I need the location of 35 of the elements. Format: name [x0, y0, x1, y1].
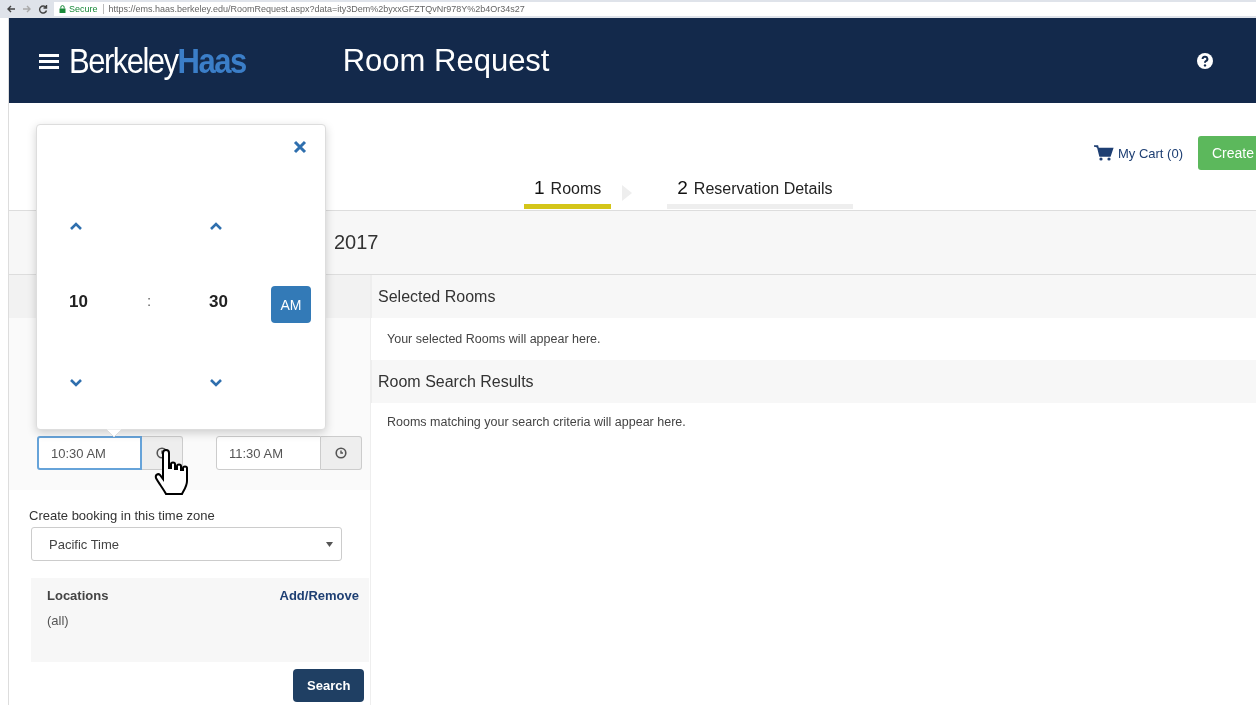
logo[interactable]: BerkeleyHaas	[69, 39, 246, 82]
time-input-field[interactable]: 10:30 AM	[37, 436, 142, 470]
clock-button[interactable]	[321, 436, 362, 470]
clock-icon	[335, 447, 347, 459]
am-pm-toggle[interactable]: AM	[271, 286, 311, 323]
minute-value: 30	[209, 292, 228, 312]
timezone-dropdown[interactable]: Pacific Time	[31, 527, 342, 561]
close-icon[interactable]	[293, 140, 307, 154]
secure-label: Secure	[69, 4, 98, 14]
empty-message: Your selected Rooms will appear here.	[386, 331, 602, 348]
date-heading: 2017	[334, 231, 379, 254]
add-remove-link[interactable]: Add/Remove	[279, 588, 359, 603]
page-title: Room Request	[342, 42, 550, 79]
hour-value: 10	[69, 292, 88, 312]
section-header: Room Search Results	[371, 360, 1256, 403]
cart-link[interactable]: My Cart (0)	[1093, 145, 1183, 161]
decrement-hour-icon[interactable]	[69, 376, 83, 386]
address-bar[interactable]: Secure https://ems.haas.berkeley.edu/RoomRequest.aspx?data=ity3Dem%2byxxGFZTQvNr978Y%2b4Or34s27	[54, 2, 1256, 16]
help-icon[interactable]	[1197, 52, 1213, 69]
dropdown-caret-icon	[326, 541, 333, 547]
section-header: Selected Rooms	[371, 275, 1256, 318]
url-text: https://ems.haas.berkeley.edu/RoomRequest.aspx?data=ity3Dem%2byxxGFZTQvNr978Y%2b4Or34s27	[108, 4, 525, 14]
cart-icon	[1093, 145, 1114, 161]
time-input-field[interactable]: 11:30 AM	[216, 436, 321, 470]
search-button[interactable]: Search	[293, 669, 365, 702]
timezone-label: Create booking in this time zone	[29, 508, 216, 523]
decrement-minute-icon[interactable]	[209, 376, 223, 386]
lock-icon	[59, 5, 66, 13]
locations-label: Locations	[47, 588, 109, 603]
locations-value: (all)	[47, 613, 70, 628]
time-separator: :	[147, 292, 152, 309]
back-icon[interactable]	[6, 4, 16, 14]
empty-message: Rooms matching your search criteria will appear here.	[386, 414, 687, 431]
menu-icon[interactable]	[39, 52, 59, 69]
reload-icon[interactable]	[38, 4, 48, 14]
